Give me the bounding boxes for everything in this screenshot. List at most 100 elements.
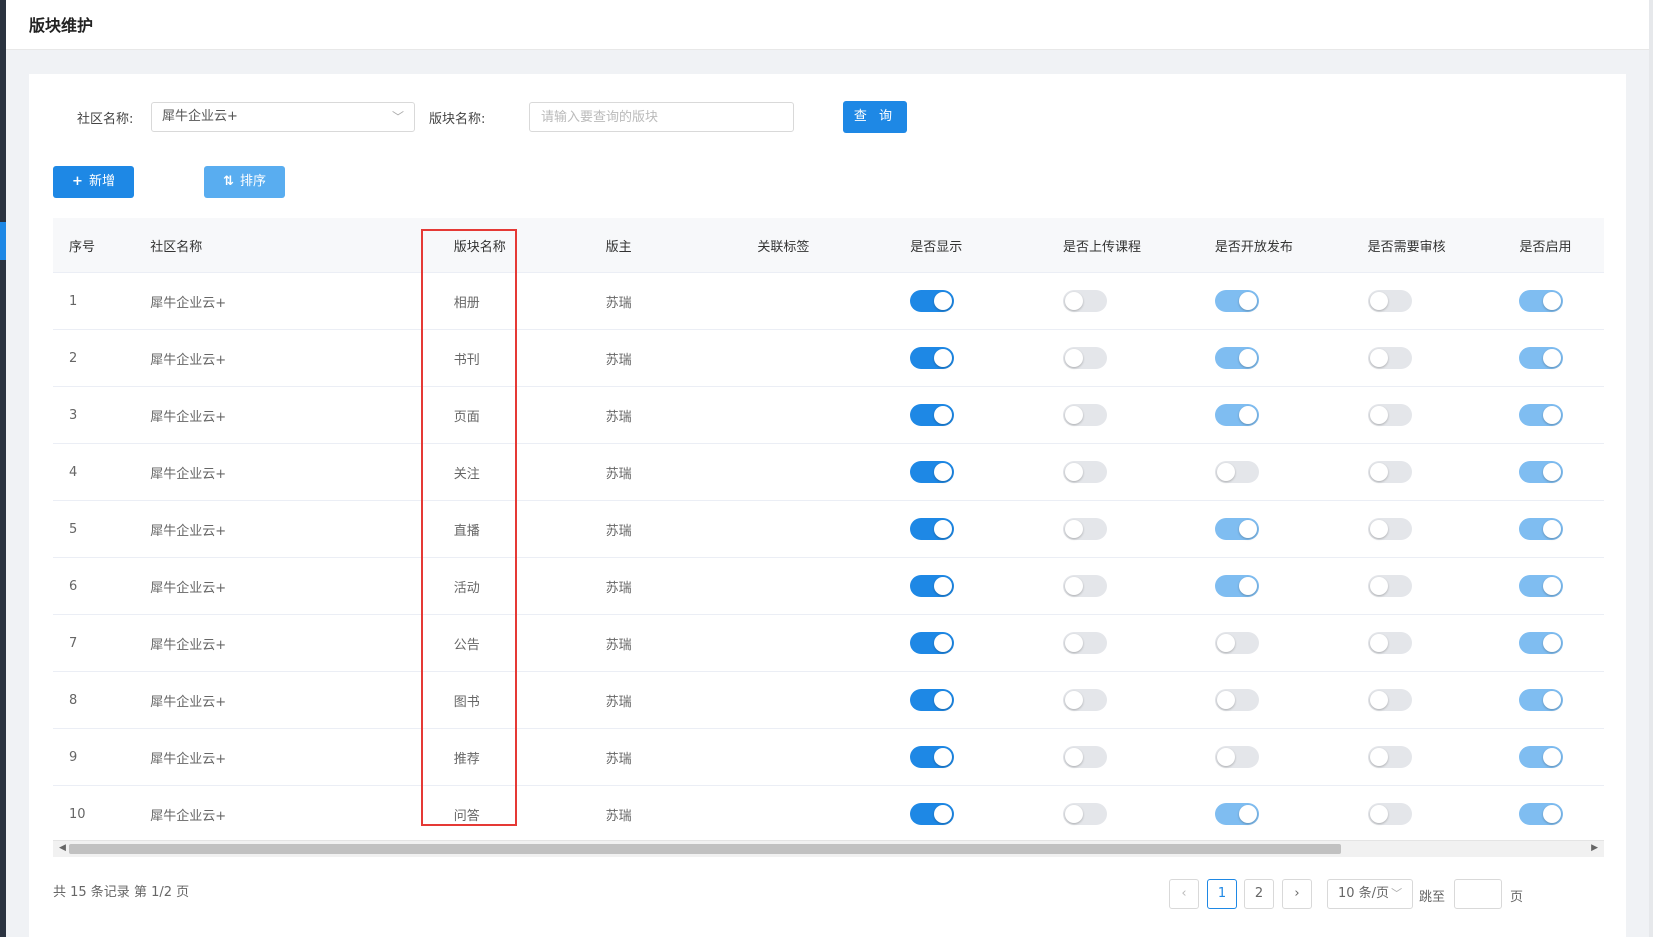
window-scrollbar[interactable] (1649, 0, 1653, 937)
need-review-switch[interactable] (1367, 461, 1412, 483)
show-switch[interactable] (910, 632, 955, 654)
show-switch[interactable] (910, 575, 955, 597)
row-community: 犀牛企业云+ (134, 671, 438, 729)
open-publish-switch[interactable] (1214, 404, 1259, 426)
show-switch[interactable] (910, 347, 955, 369)
open-publish-switch[interactable] (1214, 290, 1259, 312)
upload-course-switch-cell (1047, 557, 1199, 615)
need-review-switch[interactable] (1367, 290, 1412, 312)
row-moderator: 苏瑞 (589, 785, 742, 843)
show-switch[interactable] (910, 803, 955, 825)
row-block-name: 直播 (437, 500, 590, 558)
upload-course-switch[interactable] (1063, 290, 1108, 312)
sort-button-label: 排序 (239, 174, 266, 189)
enable-switch[interactable] (1519, 404, 1564, 426)
open-publish-switch[interactable] (1214, 689, 1259, 711)
next-page-button[interactable]: › (1282, 879, 1312, 909)
header-enable: 是否启用 (1503, 218, 1604, 273)
scroll-right-icon[interactable]: ▶ (1591, 843, 1598, 853)
show-switch-cell (894, 272, 1048, 330)
upload-course-switch[interactable] (1063, 347, 1108, 369)
row-moderator: 苏瑞 (589, 443, 742, 501)
block-table: 序号 社区名称 版块名称 版主 关联标签 是否显示 是否上传课程 是否开放发布 … (53, 218, 1604, 858)
sort-button[interactable]: ⇅ 排序 (204, 166, 285, 198)
need-review-switch[interactable] (1367, 689, 1412, 711)
show-switch[interactable] (910, 290, 955, 312)
prev-page-button[interactable]: ‹ (1169, 879, 1199, 909)
need-review-switch[interactable] (1367, 632, 1412, 654)
enable-switch[interactable] (1519, 803, 1564, 825)
show-switch[interactable] (910, 689, 955, 711)
open-publish-switch[interactable] (1214, 746, 1259, 768)
upload-course-switch[interactable] (1063, 803, 1108, 825)
page-button-1[interactable]: 1 (1207, 879, 1237, 909)
open-publish-switch[interactable] (1214, 518, 1259, 540)
need-review-switch[interactable] (1367, 575, 1412, 597)
upload-course-switch[interactable] (1063, 632, 1108, 654)
enable-switch-cell (1503, 728, 1604, 786)
table-row: 10 犀牛企业云+ 问答 苏瑞 (53, 785, 1604, 843)
need-review-switch[interactable] (1367, 404, 1412, 426)
upload-course-switch[interactable] (1063, 461, 1108, 483)
enable-switch-cell (1503, 272, 1604, 330)
upload-course-switch[interactable] (1063, 575, 1108, 597)
show-switch[interactable] (910, 746, 955, 768)
show-switch[interactable] (910, 461, 955, 483)
jump-page-input[interactable] (1454, 879, 1502, 909)
upload-course-switch[interactable] (1063, 518, 1108, 540)
show-switch[interactable] (910, 518, 955, 540)
upload-course-switch[interactable] (1063, 689, 1108, 711)
row-moderator: 苏瑞 (589, 329, 742, 387)
show-switch[interactable] (910, 404, 955, 426)
block-name-input[interactable] (529, 102, 794, 132)
row-tag (741, 443, 895, 501)
enable-switch[interactable] (1519, 518, 1564, 540)
query-button[interactable]: 查 询 (843, 101, 907, 133)
row-moderator: 苏瑞 (589, 728, 742, 786)
need-review-switch[interactable] (1367, 347, 1412, 369)
open-publish-switch[interactable] (1214, 803, 1259, 825)
enable-switch-cell (1503, 614, 1604, 672)
need-review-switch[interactable] (1367, 746, 1412, 768)
open-publish-switch[interactable] (1214, 632, 1259, 654)
upload-course-switch-cell (1047, 329, 1199, 387)
need-review-switch-cell (1351, 329, 1504, 387)
enable-switch[interactable] (1519, 461, 1564, 483)
enable-switch[interactable] (1519, 689, 1564, 711)
page-button-2[interactable]: 2 (1244, 879, 1274, 909)
plus-icon: + (72, 174, 83, 189)
enable-switch[interactable] (1519, 290, 1564, 312)
upload-course-switch-cell (1047, 500, 1199, 558)
row-index: 8 (53, 671, 135, 729)
open-publish-switch[interactable] (1214, 575, 1259, 597)
enable-switch[interactable] (1519, 746, 1564, 768)
scroll-left-icon[interactable]: ◀ (59, 843, 66, 853)
open-publish-switch[interactable] (1214, 461, 1259, 483)
record-summary: 共 15 条记录 第 1/2 页 (53, 885, 190, 900)
open-publish-switch[interactable] (1214, 347, 1259, 369)
scrollbar-thumb[interactable] (69, 844, 1341, 854)
enable-switch[interactable] (1519, 575, 1564, 597)
enable-switch[interactable] (1519, 632, 1564, 654)
upload-course-switch[interactable] (1063, 404, 1108, 426)
page-size-select[interactable]: 10 条/页 ﹀ (1327, 879, 1413, 909)
horizontal-scrollbar[interactable]: ◀ ▶ (53, 840, 1604, 857)
enable-switch-cell (1503, 671, 1604, 729)
page-suffix: 页 (1510, 890, 1524, 905)
enable-switch[interactable] (1519, 347, 1564, 369)
community-select[interactable]: 犀牛企业云+ ﹀ (151, 102, 415, 132)
community-filter-label: 社区名称: (77, 112, 134, 127)
need-review-switch-cell (1351, 728, 1504, 786)
show-switch-cell (894, 785, 1048, 843)
open-publish-switch-cell (1198, 443, 1352, 501)
header-community: 社区名称 (134, 218, 438, 273)
jump-label: 跳至 (1419, 890, 1446, 905)
chevron-left-icon: ‹ (1181, 886, 1187, 901)
upload-course-switch[interactable] (1063, 746, 1108, 768)
row-tag (741, 500, 895, 558)
row-moderator: 苏瑞 (589, 671, 742, 729)
need-review-switch[interactable] (1367, 803, 1412, 825)
need-review-switch[interactable] (1367, 518, 1412, 540)
add-button[interactable]: + 新增 (53, 166, 134, 198)
open-publish-switch-cell (1198, 272, 1352, 330)
